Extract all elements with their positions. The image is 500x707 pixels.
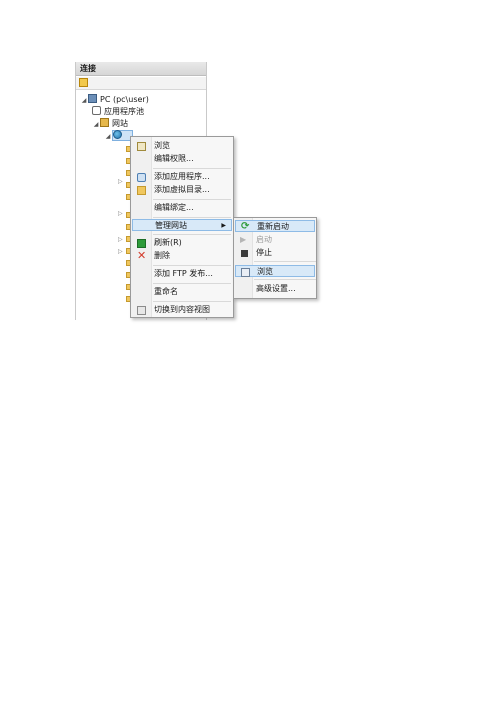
submenu-arrow-icon: ▶ bbox=[221, 222, 226, 229]
tree-node-sites-label: 网站 bbox=[112, 119, 128, 128]
menu-item-browse-label: 浏览 bbox=[154, 141, 170, 150]
submenu-item-browse[interactable]: 浏览 bbox=[235, 265, 315, 277]
expand-arrow-icon[interactable]: ▷ bbox=[118, 178, 123, 185]
start-icon: ▶ bbox=[240, 235, 247, 244]
tree-node-app-pools[interactable]: 应用程序池 bbox=[92, 106, 144, 117]
add-app-icon bbox=[137, 173, 146, 182]
menu-item-manage-site[interactable]: 管理网站 ▶ bbox=[132, 219, 232, 231]
submenu-item-advanced-settings-label: 高级设置... bbox=[256, 284, 296, 293]
menu-separator bbox=[153, 168, 231, 169]
tree-node-pc-label: PC (pc\user) bbox=[100, 95, 149, 104]
expand-arrow-icon[interactable]: ▷ bbox=[118, 248, 123, 255]
browse-icon bbox=[241, 268, 250, 277]
collapse-arrow-icon[interactable]: ◢ bbox=[80, 95, 88, 106]
tree-node-app-pools-label: 应用程序池 bbox=[104, 107, 144, 116]
menu-item-refresh-label: 刷新(R) bbox=[154, 238, 182, 247]
menu-item-rename[interactable]: 重命名 bbox=[132, 286, 232, 298]
submenu-item-stop-label: 停止 bbox=[256, 248, 272, 257]
collapse-arrow-icon[interactable]: ◢ bbox=[92, 119, 100, 130]
globe-icon bbox=[113, 130, 122, 139]
app-pool-icon bbox=[92, 106, 101, 115]
submenu-item-stop[interactable]: 停止 bbox=[235, 247, 315, 259]
submenu-item-start-label: 启动 bbox=[256, 235, 272, 244]
menu-separator bbox=[153, 283, 231, 284]
menu-item-add-application[interactable]: 添加应用程序... bbox=[132, 171, 232, 183]
tree-node-pc[interactable]: ◢ PC (pc\user) bbox=[80, 94, 149, 105]
stop-icon bbox=[241, 250, 248, 257]
menu-separator bbox=[153, 199, 231, 200]
menu-item-browse[interactable]: 浏览 bbox=[132, 140, 232, 152]
menu-item-manage-site-label: 管理网站 bbox=[155, 221, 187, 230]
menu-separator bbox=[254, 279, 316, 280]
computer-icon bbox=[88, 94, 97, 103]
panel-toolbar bbox=[76, 77, 206, 90]
sites-folder-icon bbox=[100, 118, 109, 127]
menu-separator bbox=[153, 265, 231, 266]
menu-item-add-virtual-dir-label: 添加虚拟目录... bbox=[154, 185, 210, 194]
menu-item-delete-label: 删除 bbox=[154, 251, 170, 260]
delete-icon: ✕ bbox=[137, 249, 147, 262]
submenu-item-restart[interactable]: ⟳ 重新启动 bbox=[235, 220, 315, 232]
menu-item-add-application-label: 添加应用程序... bbox=[154, 172, 210, 181]
menu-separator bbox=[153, 234, 231, 235]
tree-node-sites[interactable]: ◢ 网站 bbox=[92, 118, 128, 129]
menu-item-content-view-label: 切换到内容视图 bbox=[154, 305, 210, 314]
manage-site-submenu: ⟳ 重新启动 ▶ 启动 停止 浏览 高级设置... bbox=[233, 217, 317, 299]
menu-separator bbox=[153, 301, 231, 302]
submenu-item-advanced-settings[interactable]: 高级设置... bbox=[235, 283, 315, 295]
menu-item-refresh[interactable]: 刷新(R) bbox=[132, 237, 232, 249]
browse-icon bbox=[137, 142, 146, 151]
submenu-item-start[interactable]: ▶ 启动 bbox=[235, 234, 315, 246]
content-view-icon bbox=[137, 306, 146, 315]
menu-item-edit-bindings[interactable]: 编辑绑定... bbox=[132, 202, 232, 214]
submenu-item-restart-label: 重新启动 bbox=[257, 222, 289, 231]
menu-item-edit-permissions[interactable]: 编辑权限... bbox=[132, 153, 232, 165]
collapse-arrow-icon[interactable]: ◢ bbox=[104, 131, 112, 142]
restart-icon: ⟳ bbox=[241, 221, 250, 232]
menu-item-add-ftp[interactable]: 添加 FTP 发布... bbox=[132, 268, 232, 280]
menu-item-delete[interactable]: ✕ 删除 bbox=[132, 250, 232, 262]
menu-item-edit-permissions-label: 编辑权限... bbox=[154, 154, 194, 163]
expand-arrow-icon[interactable]: ▷ bbox=[118, 236, 123, 243]
menu-item-edit-bindings-label: 编辑绑定... bbox=[154, 203, 194, 212]
connect-icon[interactable] bbox=[79, 78, 88, 87]
menu-separator bbox=[254, 261, 316, 262]
tree-node-selected-site-label bbox=[125, 131, 128, 140]
menu-item-rename-label: 重命名 bbox=[154, 287, 178, 296]
submenu-item-browse-label: 浏览 bbox=[257, 267, 273, 276]
menu-item-add-ftp-label: 添加 FTP 发布... bbox=[154, 269, 213, 278]
menu-item-add-virtual-dir[interactable]: 添加虚拟目录... bbox=[132, 184, 232, 196]
tree-node-selected-site[interactable]: ◢ bbox=[104, 130, 133, 141]
add-vdir-icon bbox=[137, 186, 146, 195]
menu-item-content-view[interactable]: 切换到内容视图 bbox=[132, 304, 232, 316]
menu-separator bbox=[153, 217, 231, 218]
expand-arrow-icon[interactable]: ▷ bbox=[118, 210, 123, 217]
panel-title: 连接 bbox=[76, 62, 206, 76]
context-menu: 浏览 编辑权限... 添加应用程序... 添加虚拟目录... 编辑绑定... 管… bbox=[130, 136, 234, 318]
refresh-icon bbox=[137, 239, 146, 248]
